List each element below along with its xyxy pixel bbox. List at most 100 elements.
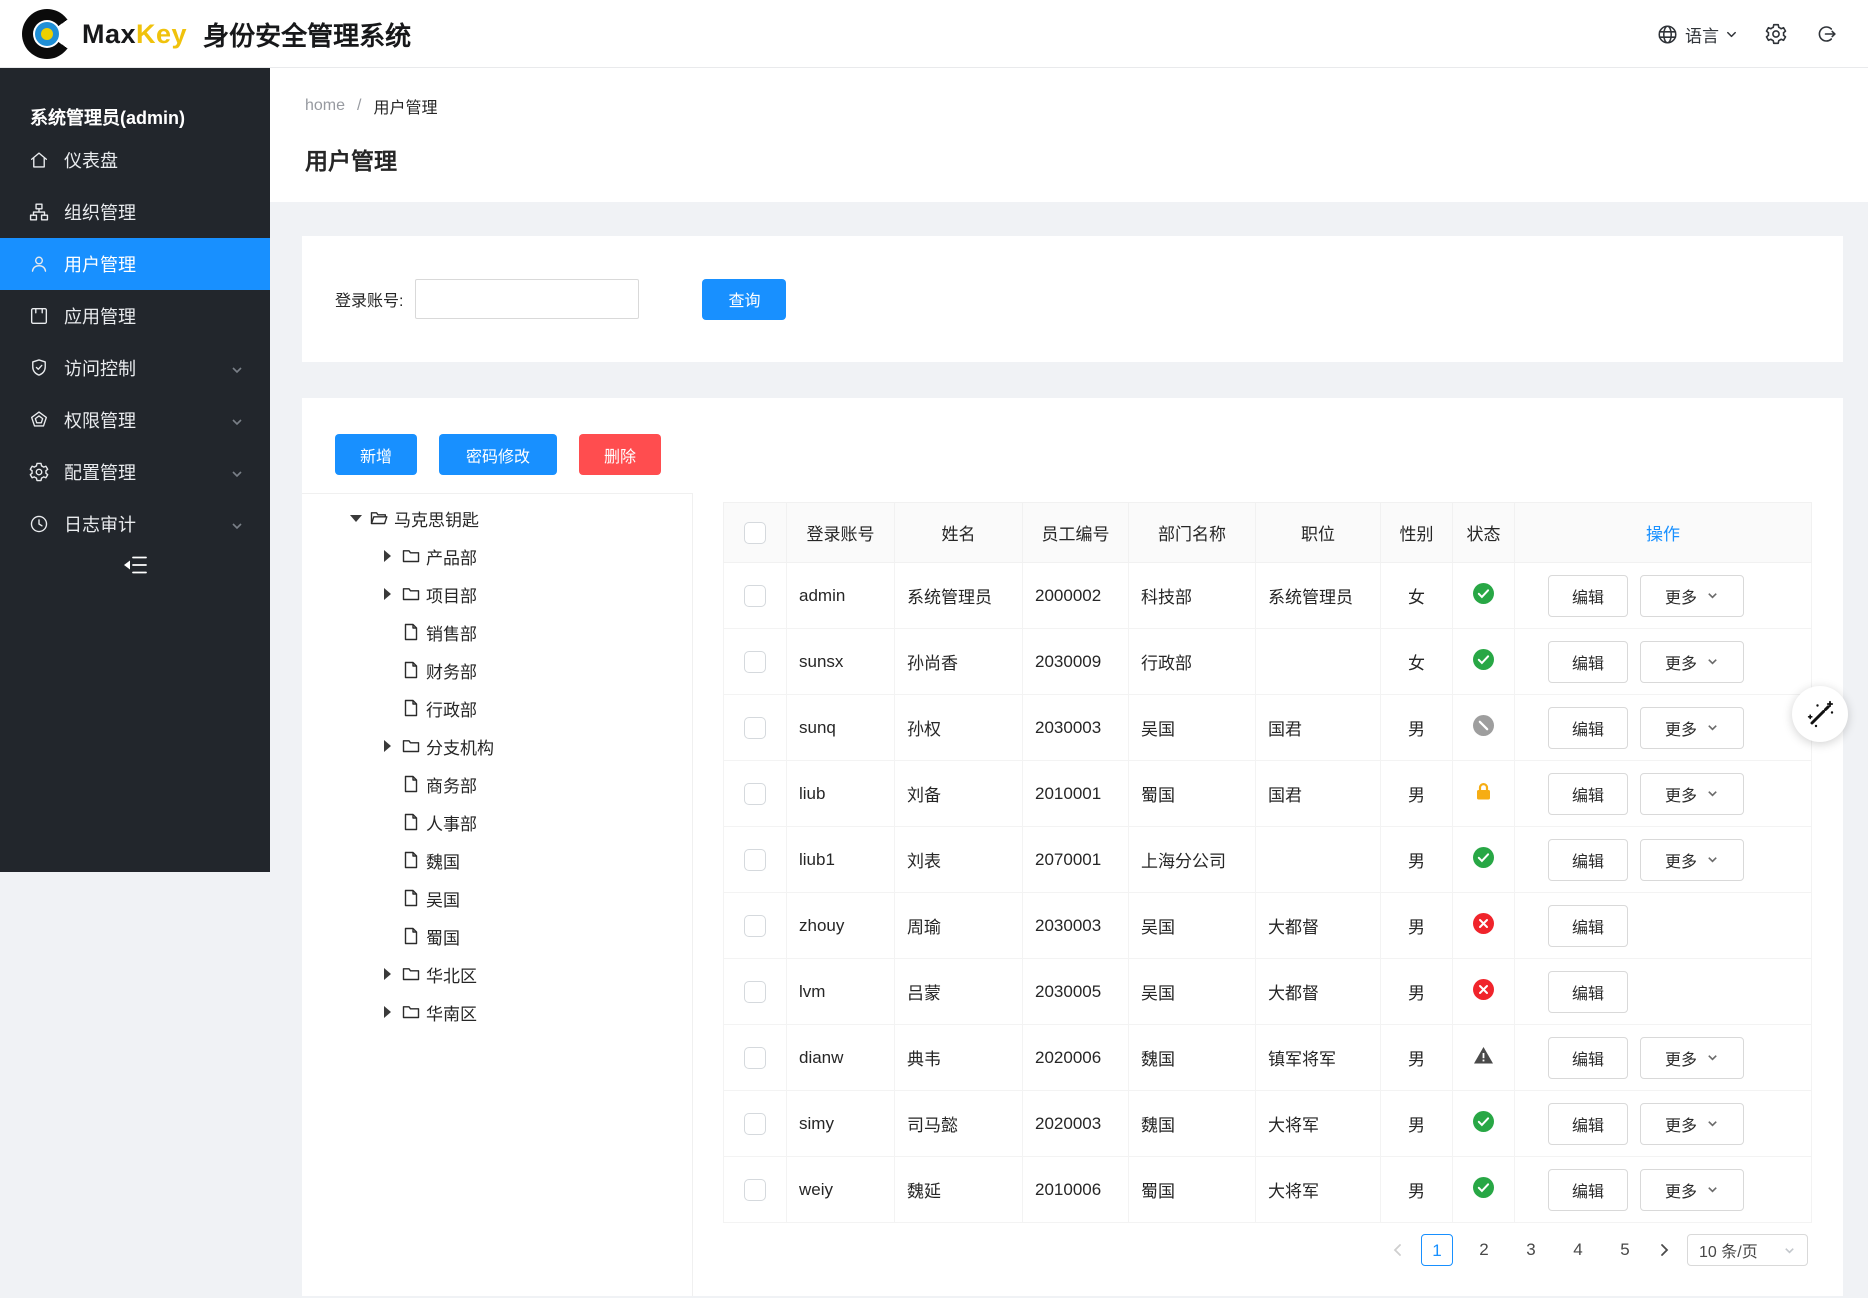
caret-right-icon[interactable] — [382, 550, 394, 562]
tree-node[interactable]: 魏国 — [302, 841, 692, 879]
tree-node[interactable]: 华北区 — [302, 955, 692, 993]
tree-node[interactable]: 商务部 — [302, 765, 692, 803]
row-checkbox[interactable] — [744, 981, 766, 1003]
next-page-icon[interactable] — [1656, 1242, 1672, 1258]
menu-fold-icon[interactable] — [121, 551, 149, 579]
brand: MaxKey 身份安全管理系统 — [22, 0, 411, 68]
delete-button[interactable]: 删除 — [579, 434, 661, 475]
tree-node[interactable]: 华南区 — [302, 993, 692, 1031]
tree-node[interactable]: 分支机构 — [302, 727, 692, 765]
edit-button[interactable]: 编辑 — [1548, 1169, 1628, 1211]
cell-login-account: sunsx — [787, 629, 895, 695]
edit-button[interactable]: 编辑 — [1548, 839, 1628, 881]
more-button[interactable]: 更多 — [1640, 575, 1744, 617]
edit-button[interactable]: 编辑 — [1548, 905, 1628, 947]
more-button[interactable]: 更多 — [1640, 1169, 1744, 1211]
page-number-4[interactable]: 4 — [1562, 1234, 1594, 1266]
cell-actions: 编辑更多 — [1515, 761, 1812, 827]
sidebar-item-users[interactable]: 用户管理 — [0, 238, 270, 290]
row-checkbox[interactable] — [744, 1047, 766, 1069]
row-checkbox[interactable] — [744, 717, 766, 739]
sidebar-item-dashboard[interactable]: 仪表盘 — [0, 134, 270, 186]
caret-right-icon[interactable] — [382, 968, 394, 980]
sidebar-item-configuration[interactable]: 配置管理 — [0, 446, 270, 498]
cell-position: 大将军 — [1256, 1091, 1381, 1157]
cell-actions: 编辑更多 — [1515, 1091, 1812, 1157]
row-checkbox[interactable] — [744, 651, 766, 673]
row-checkbox[interactable] — [744, 1113, 766, 1135]
caret-down-icon[interactable] — [350, 512, 362, 524]
lock-icon — [1473, 781, 1494, 802]
page-number-1[interactable]: 1 — [1421, 1234, 1453, 1266]
sidebar-item-access-control[interactable]: 访问控制 — [0, 342, 270, 394]
more-button[interactable]: 更多 — [1640, 773, 1744, 815]
add-button[interactable]: 新增 — [335, 434, 417, 475]
row-checkbox[interactable] — [744, 1179, 766, 1201]
tree-node[interactable]: 马克思钥匙 — [302, 499, 692, 537]
tree-node[interactable]: 财务部 — [302, 651, 692, 689]
row-checkbox[interactable] — [744, 849, 766, 871]
logout-button[interactable] — [1814, 22, 1838, 46]
more-button[interactable]: 更多 — [1640, 641, 1744, 683]
cell-name: 刘表 — [895, 827, 1023, 893]
tree-node[interactable]: 项目部 — [302, 575, 692, 613]
settings-button[interactable] — [1764, 22, 1788, 46]
page-number-5[interactable]: 5 — [1609, 1234, 1641, 1266]
query-button[interactable]: 查询 — [702, 279, 786, 320]
edit-button[interactable]: 编辑 — [1548, 971, 1628, 1013]
sidebar-item-applications[interactable]: 应用管理 — [0, 290, 270, 342]
home-icon — [28, 149, 50, 171]
cell-employee-no: 2000002 — [1023, 563, 1129, 629]
chevron-down-icon — [1706, 589, 1719, 602]
col-department: 部门名称 — [1129, 503, 1256, 563]
edit-button[interactable]: 编辑 — [1548, 575, 1628, 617]
cell-department: 魏国 — [1129, 1025, 1256, 1091]
cell-name: 系统管理员 — [895, 563, 1023, 629]
row-checkbox[interactable] — [744, 585, 766, 607]
caret-right-icon[interactable] — [382, 1006, 394, 1018]
page-size-select[interactable]: 10 条/页 — [1687, 1234, 1808, 1266]
cell-employee-no: 2010001 — [1023, 761, 1129, 827]
login-account-input[interactable] — [415, 279, 639, 319]
cell-status — [1453, 629, 1515, 695]
cell-employee-no: 2030003 — [1023, 695, 1129, 761]
cell-gender: 女 — [1381, 629, 1453, 695]
edit-button[interactable]: 编辑 — [1548, 707, 1628, 749]
cell-login-account: liub — [787, 761, 895, 827]
caret-right-icon[interactable] — [382, 740, 394, 752]
more-button[interactable]: 更多 — [1640, 1037, 1744, 1079]
tree-node[interactable]: 行政部 — [302, 689, 692, 727]
select-all-checkbox[interactable] — [744, 522, 766, 544]
row-checkbox[interactable] — [744, 915, 766, 937]
page-number-2[interactable]: 2 — [1468, 1234, 1500, 1266]
more-button[interactable]: 更多 — [1640, 839, 1744, 881]
edit-button[interactable]: 编辑 — [1548, 1103, 1628, 1145]
sidebar-item-organizations[interactable]: 组织管理 — [0, 186, 270, 238]
edit-button[interactable]: 编辑 — [1548, 641, 1628, 683]
row-checkbox[interactable] — [744, 783, 766, 805]
page-number-3[interactable]: 3 — [1515, 1234, 1547, 1266]
sidebar-item-permissions[interactable]: 权限管理 — [0, 394, 270, 446]
cell-actions: 编辑更多 — [1515, 563, 1812, 629]
tree-node[interactable]: 销售部 — [302, 613, 692, 651]
breadcrumb-home[interactable]: home — [305, 97, 345, 115]
language-menu[interactable]: 语言 — [1656, 22, 1738, 47]
cell-position: 大都督 — [1256, 893, 1381, 959]
cell-login-account: dianw — [787, 1025, 895, 1091]
tree-node[interactable]: 吴国 — [302, 879, 692, 917]
more-button[interactable]: 更多 — [1640, 707, 1744, 749]
search-panel: 登录账号: 查询 — [302, 236, 1843, 362]
edit-button[interactable]: 编辑 — [1548, 1037, 1628, 1079]
magic-wand-button[interactable] — [1792, 686, 1848, 742]
cell-employee-no: 2010006 — [1023, 1157, 1129, 1223]
sidebar-item-audit-logs[interactable]: 日志审计 — [0, 498, 270, 550]
tree-node[interactable]: 产品部 — [302, 537, 692, 575]
caret-right-icon[interactable] — [382, 588, 394, 600]
change-password-button[interactable]: 密码修改 — [439, 434, 557, 475]
caret-placeholder — [382, 626, 394, 638]
prev-page-icon[interactable] — [1390, 1242, 1406, 1258]
tree-node[interactable]: 蜀国 — [302, 917, 692, 955]
more-button[interactable]: 更多 — [1640, 1103, 1744, 1145]
tree-node[interactable]: 人事部 — [302, 803, 692, 841]
edit-button[interactable]: 编辑 — [1548, 773, 1628, 815]
